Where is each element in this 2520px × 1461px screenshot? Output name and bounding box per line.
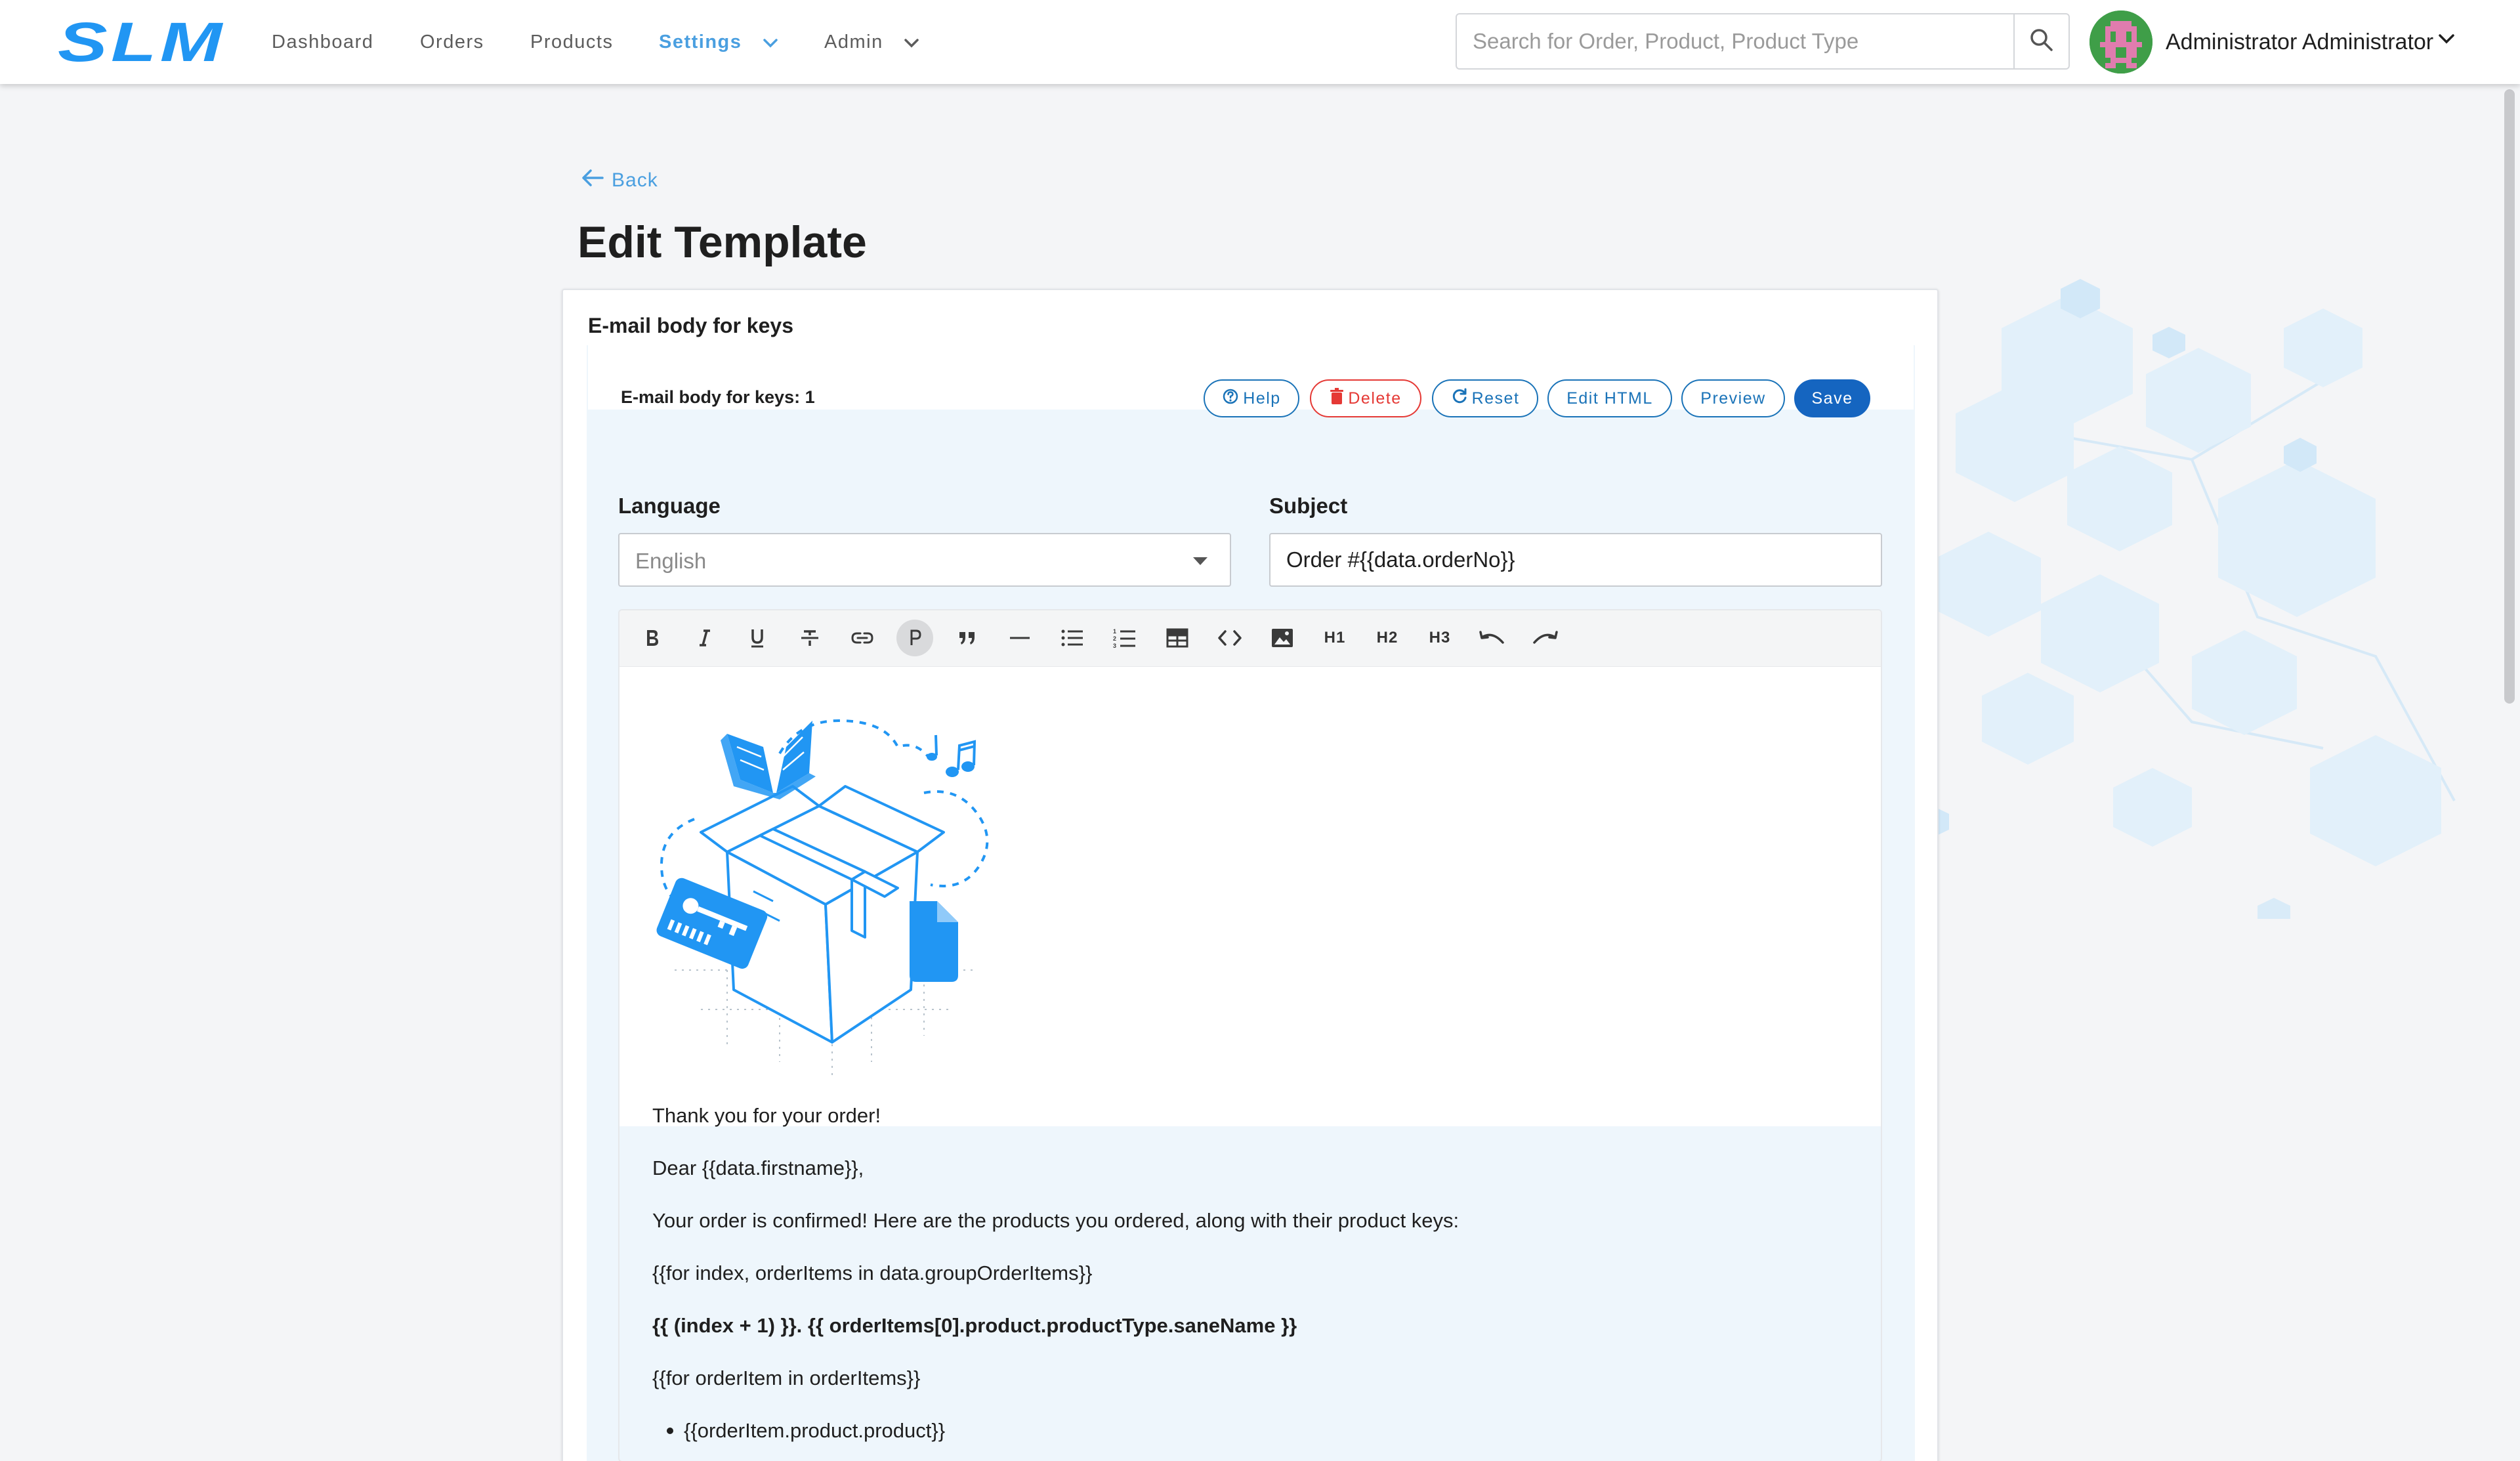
link-icon[interactable] [844,620,881,656]
template-card-title: E-mail body for keys [588,314,793,337]
save-button[interactable]: Save [1794,379,1870,417]
rich-text-editor[interactable]: 123 H1 H2 H3 Thank you for your order! D… [618,609,1882,1461]
editor-line-loop-groups: {{for index, orderItems in data.groupOrd… [652,1261,1093,1284]
delete-button-label: Delete [1348,389,1402,408]
chevron-down-icon[interactable] [2437,33,2456,49]
editor-image-block [620,667,1881,1126]
editor-line-product: {{orderItem.product.product}} [684,1419,946,1442]
nav-admin[interactable]: Admin [824,29,919,56]
delete-button[interactable]: Delete [1310,379,1421,417]
ordered-list-icon[interactable]: 123 [1106,620,1143,656]
editor-toolbar: 123 H1 H2 H3 [620,610,1881,667]
help-button-label: Help [1243,389,1281,408]
editor-line-confirmation: Your order is confirmed! Here are the pr… [652,1209,1460,1232]
trash-icon [1330,387,1344,410]
edit-html-button[interactable]: Edit HTML [1547,379,1672,417]
editor-line-loop-items: {{for orderItem in orderItems}} [652,1366,921,1389]
nav-dashboard[interactable]: Dashboard [272,29,373,55]
template-item-title: E-mail body for keys: 1 [621,387,815,407]
background-hexagon-pattern [1916,249,2494,929]
bold-icon[interactable] [634,620,671,656]
search-button[interactable] [2013,13,2070,70]
italic-icon[interactable] [686,620,723,656]
editor-line-group-heading: {{ (index + 1) }}. {{ orderItems[0].prod… [652,1314,1297,1337]
svg-text:3: 3 [1113,643,1117,648]
user-name[interactable]: Administrator Administrator [2166,28,2433,56]
reset-button-label: Reset [1471,389,1520,408]
editor-line-greeting: Dear {{data.firstname}}, [652,1156,864,1179]
nav-products[interactable]: Products [530,29,613,55]
nav-settings[interactable]: Settings [659,29,778,56]
top-navbar: SLM Dashboard Orders Products Settings A… [0,0,2520,84]
caret-down-icon [1193,557,1208,568]
language-select[interactable]: English [618,533,1231,587]
page-title: Edit Template [578,217,867,267]
paragraph-icon[interactable] [896,620,933,656]
nav-settings-label: Settings [659,32,742,53]
avatar[interactable] [2090,11,2152,74]
refresh-icon [1451,388,1468,410]
language-label: Language [618,494,721,518]
arrow-left-icon [581,168,604,193]
scrollbar-thumb[interactable] [2504,89,2515,704]
image-icon[interactable] [1264,620,1301,656]
back-label: Back [612,169,658,191]
nav-admin-label: Admin [824,32,883,53]
language-select-value: English [635,549,707,573]
table-icon[interactable] [1159,620,1196,656]
underline-icon[interactable] [739,620,776,656]
chevron-down-icon [904,30,919,56]
bullet-list-icon[interactable] [1054,620,1091,656]
editor-line-thanks: Thank you for your order! [652,1104,881,1127]
nav-orders[interactable]: Orders [420,29,484,55]
slm-logo[interactable]: SLM [58,14,226,70]
heading-2-button[interactable]: H2 [1369,620,1406,656]
chevron-down-icon [763,30,778,56]
svg-text:1: 1 [1113,628,1117,635]
svg-text:2: 2 [1113,635,1117,642]
help-button[interactable]: Help [1204,379,1299,417]
order-package-illustration[interactable] [648,694,1016,1078]
undo-icon[interactable] [1474,620,1511,656]
back-link[interactable]: Back [581,168,658,193]
subject-label: Subject [1269,494,1348,518]
question-circle-icon [1222,388,1239,410]
blockquote-icon[interactable] [949,620,986,656]
search-icon [2029,28,2054,56]
redo-icon[interactable] [1526,620,1563,656]
horizontal-rule-icon[interactable] [1001,620,1038,656]
subject-field[interactable]: Order #{{data.orderNo}} [1269,533,1882,587]
heading-1-button[interactable]: H1 [1316,620,1353,656]
reset-button[interactable]: Reset [1432,379,1538,417]
search-input[interactable] [1457,14,2013,68]
heading-3-button[interactable]: H3 [1421,620,1458,656]
strikethrough-icon[interactable] [791,620,828,656]
search-box [1456,13,2017,70]
code-icon[interactable] [1211,620,1248,656]
preview-button[interactable]: Preview [1681,379,1785,417]
bullet-point [667,1428,673,1434]
